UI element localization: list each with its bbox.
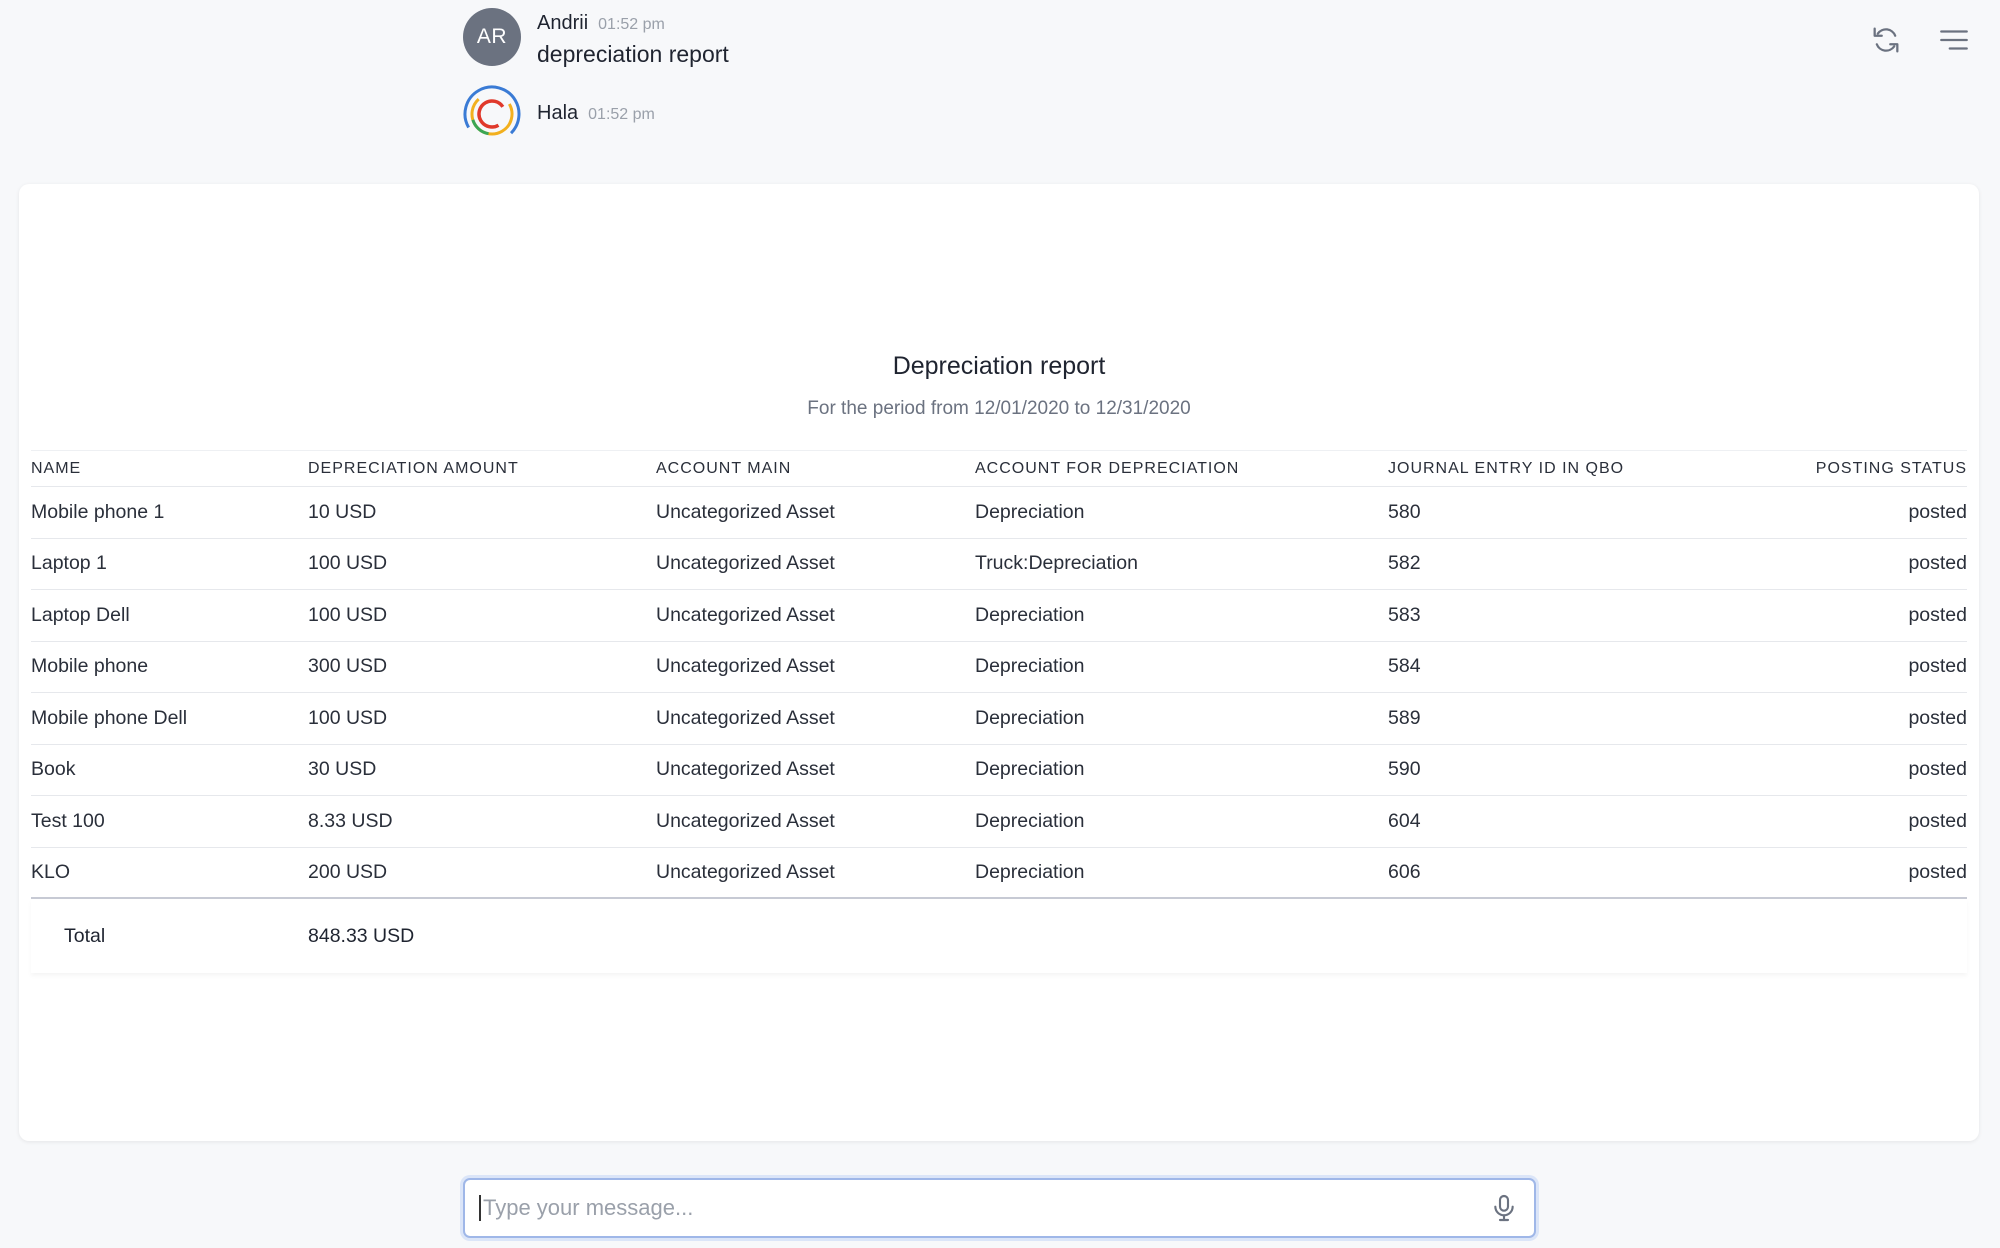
menu-button[interactable]	[1936, 22, 1972, 58]
cell-account-main: Uncategorized Asset	[656, 860, 835, 883]
microphone-icon[interactable]	[1488, 1192, 1520, 1224]
message-text: depreciation report	[537, 41, 729, 67]
table-row: Mobile phone 1 10 USD Uncategorized Asse…	[31, 487, 1967, 539]
cell-amount: 10 USD	[308, 500, 377, 523]
message-meta: Andrii 01:52 pm	[537, 8, 729, 35]
column-header: POSTING STATUS	[1815, 459, 1967, 477]
cell-account-main: Uncategorized Asset	[656, 603, 835, 626]
message-meta: Hala 01:52 pm	[537, 85, 655, 125]
cell-name: Mobile phone 1	[31, 500, 165, 523]
cell-account-depreciation: Depreciation	[975, 706, 1085, 729]
cell-account-main: Uncategorized Asset	[656, 758, 835, 781]
table-row: Laptop Dell 100 USD Uncategorized Asset …	[31, 590, 1967, 642]
cell-amount: 8.33 USD	[308, 809, 393, 832]
cell-account-main: Uncategorized Asset	[656, 500, 835, 523]
menu-icon	[1940, 30, 1968, 50]
cell-name: KLO	[31, 860, 71, 883]
cell-journal-id: 589	[1388, 706, 1421, 729]
bot-logo-icon	[463, 85, 521, 143]
message-time: 01:52 pm	[598, 16, 665, 33]
table-row: Test 100 8.33 USD Uncategorized Asset De…	[31, 796, 1967, 848]
cell-amount: 100 USD	[308, 706, 388, 729]
cell-amount: 100 USD	[308, 552, 388, 575]
cell-journal-id: 583	[1388, 603, 1421, 626]
report-subtitle: For the period from 12/01/2020 to 12/31/…	[807, 398, 1191, 419]
cell-journal-id: 590	[1388, 758, 1421, 781]
cell-journal-id: 606	[1388, 860, 1421, 883]
table-row: Mobile phone 300 USD Uncategorized Asset…	[31, 642, 1967, 693]
cell-journal-id: 582	[1388, 552, 1421, 575]
cell-status: posted	[1908, 809, 1967, 832]
cell-account-depreciation: Depreciation	[975, 500, 1085, 523]
cell-account-depreciation: Depreciation	[975, 758, 1085, 781]
column-header: DEPRECIATION AMOUNT	[308, 459, 519, 477]
cell-amount: 200 USD	[308, 860, 388, 883]
cell-account-depreciation: Depreciation	[975, 860, 1085, 883]
cell-name: Laptop 1	[31, 552, 107, 575]
cell-name: Test 100	[31, 809, 105, 832]
cell-status: posted	[1908, 552, 1967, 575]
chat-thread: AR Andrii 01:52 pm depreciation report H…	[463, 8, 729, 143]
message-body: Andrii 01:52 pm depreciation report	[537, 8, 729, 68]
cell-account-depreciation: Depreciation	[975, 603, 1085, 626]
cell-status: posted	[1908, 603, 1967, 626]
message-body: Hala 01:52 pm	[537, 85, 655, 125]
cell-status: posted	[1908, 860, 1967, 883]
message-input[interactable]	[479, 1195, 1478, 1221]
message-composer	[463, 1178, 1536, 1238]
cell-name: Laptop Dell	[31, 603, 130, 626]
report-title: Depreciation report	[892, 352, 1106, 380]
cell-journal-id: 580	[1388, 500, 1421, 523]
total-row: Total 848.33 USD	[31, 899, 1967, 973]
cell-journal-id: 584	[1388, 655, 1421, 678]
total-value: 848.33 USD	[308, 924, 415, 947]
refresh-icon	[1873, 27, 1899, 53]
message-author: Hala	[537, 102, 579, 124]
cell-amount: 300 USD	[308, 655, 388, 678]
cell-name: Mobile phone	[31, 655, 149, 678]
message-time: 01:52 pm	[588, 106, 655, 123]
table-row: Mobile phone Dell 100 USD Uncategorized …	[31, 693, 1967, 745]
bot-message: Hala 01:52 pm	[463, 85, 729, 143]
top-actions	[1868, 22, 1972, 58]
cell-name: Mobile phone Dell	[31, 706, 188, 729]
column-header: ACCOUNT FOR DEPRECIATION	[975, 459, 1240, 477]
table-row: KLO 200 USD Uncategorized Asset Deprecia…	[31, 848, 1967, 899]
cell-status: posted	[1908, 655, 1967, 678]
cell-amount: 100 USD	[308, 603, 388, 626]
column-header: JOURNAL ENTRY ID IN QBO	[1388, 459, 1625, 477]
cell-account-depreciation: Truck:Depreciation	[975, 552, 1138, 575]
cell-account-depreciation: Depreciation	[975, 655, 1085, 678]
cell-account-depreciation: Depreciation	[975, 809, 1085, 832]
table-header: NAME DEPRECIATION AMOUNT ACCOUNT MAIN AC…	[31, 450, 1967, 487]
user-message: AR Andrii 01:52 pm depreciation report	[463, 8, 729, 68]
message-author: Andrii	[537, 12, 589, 34]
cell-status: posted	[1908, 758, 1967, 781]
column-header: ACCOUNT MAIN	[656, 459, 792, 477]
table-row: Book 30 USD Uncategorized Asset Deprecia…	[31, 745, 1967, 796]
cell-status: posted	[1908, 706, 1967, 729]
cell-account-main: Uncategorized Asset	[656, 552, 835, 575]
cell-account-main: Uncategorized Asset	[656, 655, 835, 678]
cell-account-main: Uncategorized Asset	[656, 809, 835, 832]
total-label: Total	[64, 924, 106, 947]
report-card: Depreciation report For the period from …	[19, 184, 1979, 1141]
refresh-button[interactable]	[1868, 22, 1904, 58]
cell-account-main: Uncategorized Asset	[656, 706, 835, 729]
user-avatar: AR	[463, 8, 521, 66]
column-header: NAME	[31, 459, 82, 477]
cell-name: Book	[31, 758, 76, 781]
cell-status: posted	[1908, 500, 1967, 523]
cell-amount: 30 USD	[308, 758, 377, 781]
depreciation-table: NAME DEPRECIATION AMOUNT ACCOUNT MAIN AC…	[31, 450, 1967, 973]
table-row: Laptop 1 100 USD Uncategorized Asset Tru…	[31, 539, 1967, 590]
cell-journal-id: 604	[1388, 809, 1421, 832]
